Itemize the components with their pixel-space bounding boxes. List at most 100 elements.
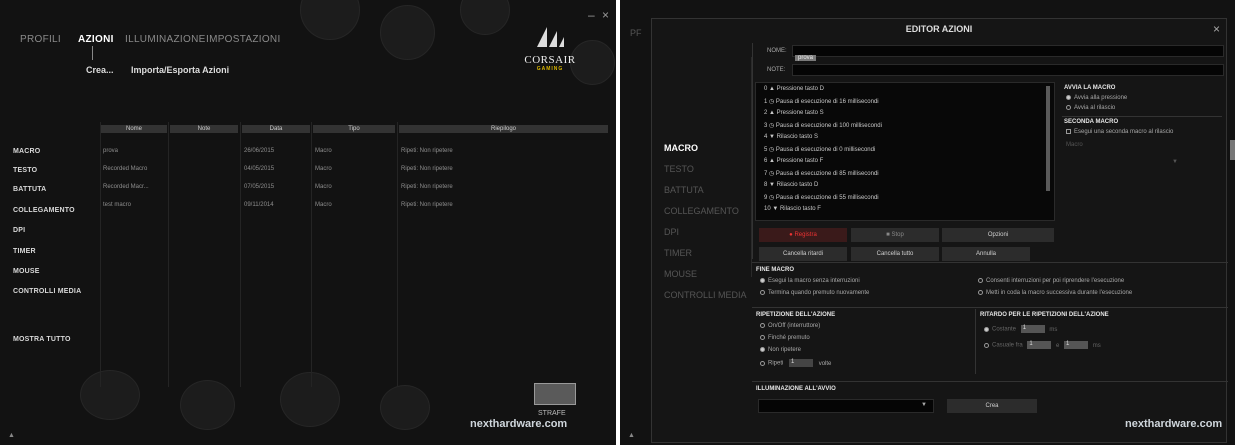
close-button[interactable]: × [1213, 22, 1220, 36]
column-header-tipo[interactable]: Tipo [313, 125, 395, 133]
table-cell: 09/11/2014 [244, 202, 274, 208]
create-action-link[interactable]: Crea... [86, 65, 114, 75]
macro-step[interactable]: 8 ▼ Rilascio tasto D [764, 182, 818, 188]
repeat-while-pressed-radio[interactable]: Finché premuto [760, 335, 810, 341]
sidebar-item-mouse[interactable]: MOUSE [13, 268, 40, 275]
delay-constant-radio[interactable]: Costante 1 ms [984, 325, 1057, 333]
repeat-title: RIPETIZIONE DELL'AZIONE [756, 312, 836, 318]
start-on-press-radio[interactable]: Avvia alla pressione [1066, 95, 1127, 101]
sidebar-item-collegamento[interactable]: COLLEGAMENTO [13, 207, 75, 214]
sidebar-item-macro[interactable]: MACRO [13, 148, 40, 155]
repeat-count-input[interactable]: 1 [789, 359, 814, 367]
watermark: nexthardware.com [470, 418, 568, 430]
hex-decoration [80, 370, 140, 420]
create-lighting-button[interactable]: Crea [947, 399, 1037, 413]
column-header-riepilogo[interactable]: Riepilogo [399, 125, 608, 133]
undo-button[interactable]: Annulla [942, 247, 1030, 261]
editor-dialog: EDITOR AZIONI × MACRO TESTO BATTUTA COLL… [651, 18, 1228, 443]
close-button[interactable]: × [602, 8, 609, 22]
nav-azioni[interactable]: AZIONI [78, 34, 114, 45]
sidebar-item-testo[interactable]: TESTO [13, 167, 37, 174]
nome-input[interactable]: prova [792, 45, 1224, 61]
sidebar-item-collegamento[interactable]: COLLEGAMENTO [664, 206, 739, 216]
delay-random-radio[interactable]: Casuale fra 1 e 1 ms [984, 341, 1101, 349]
delay-title: RITARDO PER LE RIPETIZIONI DELL'AZIONE [980, 312, 1109, 318]
sidebar-item-dpi[interactable]: DPI [13, 227, 25, 234]
macro-steps-list[interactable]: 0 ▲ Pressione tasto D 1 ◷ Pausa di esecuz… [755, 82, 1055, 221]
repeat-count-radio[interactable]: Ripeti 1 volte [760, 359, 831, 367]
nome-value: prova [795, 55, 817, 61]
macro-step[interactable]: 10 ▼ Rilascio tasto F [764, 206, 821, 212]
nav-profili[interactable]: PROFILI [20, 34, 61, 45]
macro-step[interactable]: 2 ▲ Pressione tasto S [764, 110, 824, 116]
lighting-select[interactable]: ▼ [758, 399, 934, 413]
hex-decoration [460, 0, 510, 35]
sidebar-item-battuta[interactable]: BATTUTA [13, 186, 46, 193]
sidebar-item-timer[interactable]: TIMER [664, 248, 692, 258]
column-header-nome[interactable]: Nome [101, 125, 167, 133]
macro-step[interactable]: 3 ◷ Pausa di esecuzione di 100 milliseco… [764, 122, 882, 129]
sidebar-item-testo[interactable]: TESTO [664, 164, 694, 174]
collapse-icon[interactable]: ▲ [628, 432, 635, 439]
clear-all-button[interactable]: Cancella tutto [851, 247, 939, 261]
macro-step[interactable]: 1 ◷ Pausa di esecuzione di 16 millisecon… [764, 98, 879, 105]
record-button[interactable]: ● Registra [759, 228, 847, 242]
sidebar-item-controlli-media[interactable]: CONTROLLI MEDIA [13, 288, 81, 295]
table-cell: 07/05/2015 [244, 184, 275, 190]
sidebar-item-dpi[interactable]: DPI [664, 227, 679, 237]
column-divider [100, 122, 101, 387]
delay-random-min-input[interactable]: 1 [1027, 341, 1052, 349]
macro-step[interactable]: 9 ◷ Pausa di esecuzione di 55 millisecon… [764, 194, 879, 201]
nav-illuminazione[interactable]: ILLUMINAZIONE [125, 34, 206, 45]
macro-step[interactable]: 0 ▲ Pressione tasto D [764, 86, 824, 92]
note-input[interactable] [792, 64, 1224, 76]
nav-indicator [92, 46, 93, 60]
bg-nav-fragment: PF [630, 28, 642, 38]
repeat-none-radio[interactable]: Non ripetere [760, 347, 801, 353]
end-queue-radio[interactable]: Metti in coda la macro successiva durant… [978, 290, 1132, 296]
chevron-down-icon: ▼ [921, 402, 927, 408]
second-macro-select[interactable]: Macro [1066, 142, 1083, 148]
column-header-data[interactable]: Data [242, 125, 310, 133]
end-allow-interrupt-radio[interactable]: Consenti interruzioni per poi riprendere… [978, 278, 1124, 284]
sidebar-item-mouse[interactable]: MOUSE [664, 269, 697, 279]
note-label: NOTE: [767, 67, 786, 73]
table-cell: Ripeti: Non ripetere [401, 202, 453, 208]
sidebar-item-macro[interactable]: MACRO [664, 143, 698, 153]
hex-decoration [280, 372, 340, 427]
repeat-toggle-radio[interactable]: On/Off (interruttore) [760, 323, 820, 329]
import-export-link[interactable]: Importa/Esporta Azioni [131, 65, 229, 75]
start-on-release-radio[interactable]: Avvia al rilascio [1066, 105, 1115, 111]
scrollbar[interactable] [1046, 86, 1050, 191]
macro-step[interactable]: 6 ▲ Pressione tasto F [764, 158, 823, 164]
table-cell: Ripeti: Non ripetere [401, 148, 453, 154]
delay-constant-input[interactable]: 1 [1020, 325, 1045, 333]
cue-actions-window: PROFILI AZIONI ILLUMINAZIONE IMPOSTAZION… [0, 0, 616, 445]
keyboard-icon [534, 383, 576, 405]
show-all-link[interactable]: MOSTRA TUTTO [13, 336, 71, 343]
options-button[interactable]: Opzioni [942, 228, 1054, 242]
column-divider [168, 122, 169, 387]
sidebar-item-timer[interactable]: TIMER [13, 248, 36, 255]
second-macro-checkbox[interactable]: Esegui una seconda macro al rilascio [1066, 129, 1173, 135]
nav-impostazioni[interactable]: IMPOSTAZIONI [206, 34, 281, 45]
hex-decoration [300, 0, 360, 40]
sidebar-item-battuta[interactable]: BATTUTA [664, 185, 704, 195]
macro-step[interactable]: 4 ▼ Rilascio tasto S [764, 134, 818, 140]
collapse-icon[interactable]: ▲ [8, 432, 15, 439]
delay-random-max-input[interactable]: 1 [1064, 341, 1089, 349]
chevron-down-icon[interactable]: ▼ [1172, 159, 1178, 165]
end-no-interrupt-radio[interactable]: Esegui la macro senza interruzioni [760, 278, 860, 284]
column-divider [311, 122, 312, 387]
lighting-title: ILLUMINAZIONE ALL'AVVIO [756, 386, 836, 392]
clear-delays-button[interactable]: Cancella ritardi [759, 247, 847, 261]
macro-step[interactable]: 5 ◷ Pausa di esecuzione di 0 millisecond… [764, 146, 875, 153]
background-scrollbar[interactable] [1230, 140, 1235, 160]
stop-button[interactable]: ■ Stop [851, 228, 939, 242]
minimize-button[interactable]: – [588, 8, 595, 22]
sidebar-item-controlli-media[interactable]: CONTROLLI MEDIA [664, 290, 747, 300]
end-press-again-radio[interactable]: Termina quando premuto nuovamente [760, 290, 869, 296]
table-cell: Recorded Macro [103, 166, 148, 172]
column-header-note[interactable]: Note [170, 125, 238, 133]
macro-step[interactable]: 7 ◷ Pausa di esecuzione di 85 millisecon… [764, 170, 879, 177]
